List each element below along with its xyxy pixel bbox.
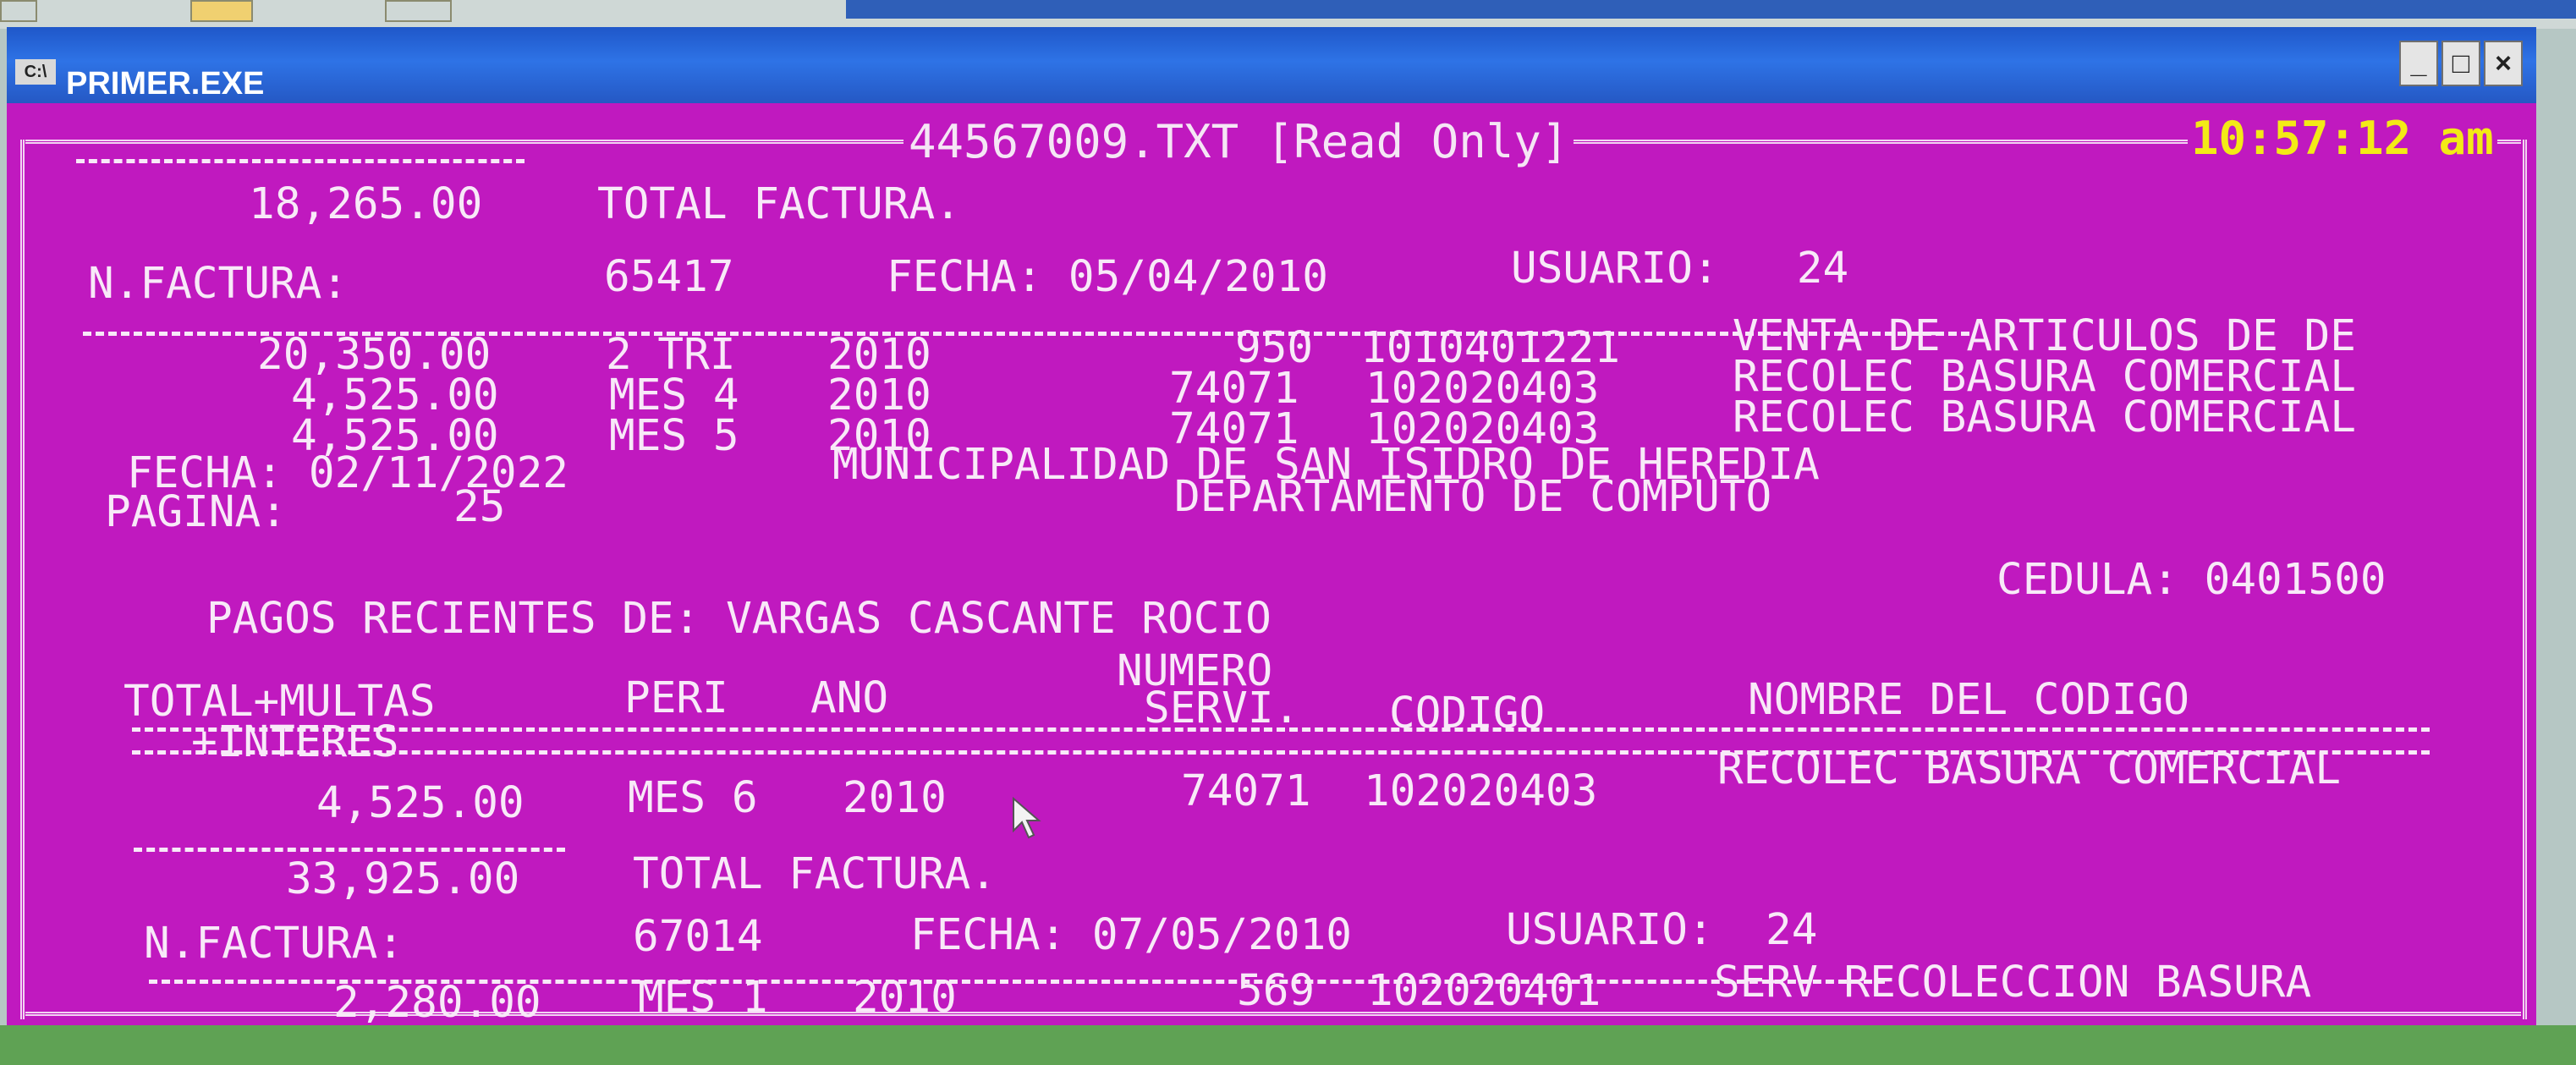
row-code-name: SERV RECOLECCION BASURA bbox=[1714, 958, 2312, 1007]
total-amount: 33,925.00 bbox=[286, 854, 520, 904]
close-button[interactable]: × bbox=[2484, 41, 2523, 86]
frame-right bbox=[2523, 140, 2527, 1019]
maximize-button[interactable]: □ bbox=[2441, 41, 2480, 86]
row-year: 2010 bbox=[843, 773, 947, 823]
column-header-service: SERVI. bbox=[1144, 683, 1300, 733]
minimize-button[interactable]: _ bbox=[2399, 41, 2438, 86]
clock: 10:57:12 am bbox=[2188, 112, 2497, 166]
console-area[interactable]: 44567009.TXT [Read Only] 10:57:12 am 18,… bbox=[7, 103, 2536, 1028]
row-amount: 2,280.00 bbox=[333, 978, 541, 1028]
row-code-name: RECOLEC BASURA COMERCIAL bbox=[1733, 393, 2356, 442]
factura-number: 67014 bbox=[633, 912, 763, 962]
factura-fecha: FECHA: 07/05/2010 bbox=[910, 910, 1352, 960]
total-label: TOTAL FACTURA. bbox=[597, 179, 961, 229]
factura-label: N.FACTURA: bbox=[144, 919, 404, 969]
row-year: 2010 bbox=[853, 973, 957, 1023]
frame-left bbox=[20, 140, 25, 1019]
separator bbox=[134, 848, 565, 852]
title-bar[interactable]: C:\ PRIMER.EXE _ □ × bbox=[7, 27, 2536, 103]
row-service: 74071 bbox=[1181, 766, 1311, 816]
factura-number: 65417 bbox=[604, 252, 734, 302]
column-header-code-name: NOMBRE DEL CODIGO bbox=[1748, 675, 2189, 725]
report-department: DEPARTAMENTO DE COMPUTO bbox=[1174, 472, 1772, 522]
folder-icon[interactable] bbox=[0, 0, 37, 22]
recent-payments-owner: PAGOS RECIENTES DE: VARGAS CASCANTE ROCI… bbox=[206, 594, 1272, 644]
file-title: 44567009.TXT [Read Only] bbox=[904, 115, 1574, 169]
desktop-bottom-strip bbox=[0, 1025, 2576, 1065]
separator bbox=[76, 159, 525, 163]
factura-label: N.FACTURA: bbox=[88, 259, 349, 309]
factura-fecha: FECHA: 05/04/2010 bbox=[887, 252, 1328, 302]
row-amount: 4,525.00 bbox=[316, 778, 525, 828]
document-icon[interactable] bbox=[385, 0, 452, 22]
taskbar-strip bbox=[846, 0, 2576, 19]
row-period: MES 5 bbox=[609, 411, 739, 461]
window-title: PRIMER.EXE bbox=[66, 66, 265, 102]
row-code-name: RECOLEC BASURA COMERCIAL bbox=[1717, 744, 2341, 794]
factura-usuario: USUARIO: 24 bbox=[1511, 244, 1849, 294]
row-period: MES 1 bbox=[638, 973, 768, 1023]
report-page-label: PAGINA: bbox=[105, 487, 287, 537]
column-header-year: ANO bbox=[810, 673, 889, 723]
console-icon: C:\ bbox=[15, 59, 56, 85]
row-service: 569 bbox=[1237, 966, 1315, 1016]
row-period: MES 6 bbox=[628, 773, 758, 823]
factura-usuario: USUARIO: 24 bbox=[1506, 905, 1818, 955]
total-label: TOTAL FACTURA. bbox=[633, 849, 997, 899]
report-page-number: 25 bbox=[453, 482, 506, 532]
cedula: CEDULA: 0401500 bbox=[1997, 555, 2387, 605]
row-code: 102020403 bbox=[1364, 766, 1598, 816]
column-header-period: PERI bbox=[624, 673, 728, 723]
folder-icon[interactable] bbox=[190, 0, 253, 22]
row-code: 102020401 bbox=[1367, 966, 1601, 1016]
desktop-top-strip bbox=[0, 0, 2576, 29]
mouse-pointer-icon bbox=[1012, 796, 1042, 843]
total-amount: 18,265.00 bbox=[249, 179, 483, 229]
console-window: C:\ PRIMER.EXE _ □ × 44567009.TXT [Read … bbox=[7, 27, 2536, 1028]
